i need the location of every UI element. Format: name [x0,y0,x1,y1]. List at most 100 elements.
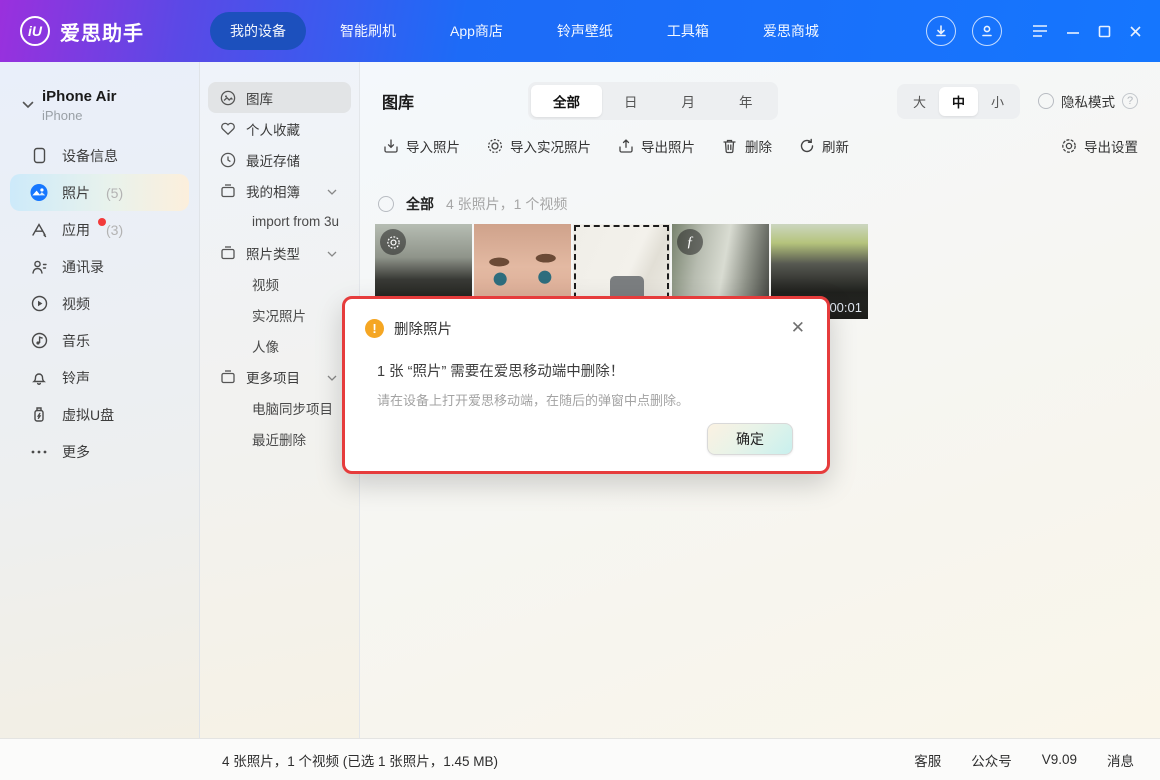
window-controls [1032,25,1142,38]
clock-icon [220,152,236,168]
sidebar-item-label: 虚拟U盘 [62,405,114,425]
album-item-live-photos[interactable]: 实况照片 [208,299,351,330]
notification-dot [98,218,106,226]
device-selector[interactable]: iPhone Air iPhone [0,84,199,137]
confirm-button[interactable]: 确定 [707,423,793,455]
device-name: iPhone Air [42,88,116,105]
sidebar-item-label: 设备信息 [62,146,118,166]
sidebar-item-label: 视频 [62,294,90,314]
nav-tab-my-device[interactable]: 我的设备 [210,12,306,50]
view-tab-all[interactable]: 全部 [531,85,602,117]
album-item-label: 图库 [246,88,273,108]
nav-tab-ringtone-wallpaper[interactable]: 铃声壁纸 [537,12,633,50]
refresh-button[interactable]: 刷新 [798,136,849,156]
main-header: 图库 全部 日 月 年 大 中 小 隐私模式 ? [360,62,1160,128]
app-header: iU 爱思助手 我的设备 智能刷机 App商店 铃声壁纸 工具箱 爱思商城 [0,0,1160,62]
import-photos-button[interactable]: 导入照片 [382,136,460,156]
toolbar-button-label: 导入实况照片 [510,136,591,156]
delete-button[interactable]: 删除 [721,136,772,156]
sidebar-item-label: 应用 [62,220,90,240]
dialog-title: 删除照片 [394,318,452,339]
album-item-recently-deleted[interactable]: 最近删除 [208,423,351,454]
albums-sidebar: 图库 个人收藏 最近存储 我的相簿 import from 3u 照片类型 [200,62,360,738]
contacts-icon [30,258,48,276]
group-count: 4 张照片，1 个视频 [446,194,567,214]
export-icon [617,138,634,155]
chevron-down-icon[interactable] [327,183,337,198]
download-icon[interactable] [926,16,956,46]
album-item-label: 个人收藏 [246,119,300,139]
size-tab-medium[interactable]: 中 [939,87,978,116]
album-item-photo-types[interactable]: 照片类型 [208,237,351,268]
gallery-icon [220,90,236,106]
select-all-checkbox[interactable] [378,196,394,212]
support-link[interactable]: 客服 [914,750,941,770]
import-live-photos-button[interactable]: 导入实况照片 [486,136,591,156]
selection-summary: 4 张照片，1 个视频 (已选 1 张照片，1.45 MB) [0,750,498,770]
privacy-mode-toggle[interactable] [1038,93,1054,109]
sidebar-item-contacts[interactable]: 通讯录 [10,248,189,285]
sidebar-item-virtual-usb[interactable]: 虚拟U盘 [10,396,189,433]
sidebar-item-photos[interactable]: 照片 (5) [10,174,189,211]
sidebar-item-apps[interactable]: 应用 (3) [10,211,189,248]
user-icon[interactable] [972,16,1002,46]
sidebar-item-more[interactable]: 更多 [10,433,189,470]
album-item-label: 最近删除 [252,429,306,449]
size-tab-small[interactable]: 小 [978,87,1017,116]
view-tab-day[interactable]: 日 [602,85,660,117]
dialog-header: ! 删除照片 ✕ [345,299,827,340]
nav-tab-flash[interactable]: 智能刷机 [320,12,416,50]
live-photo-badge-icon [380,229,406,255]
album-item-recent[interactable]: 最近存储 [208,144,351,175]
export-settings-button[interactable]: 导出设置 [1060,136,1138,156]
view-tab-year[interactable]: 年 [717,85,775,117]
nav-tab-mall[interactable]: 爱思商城 [743,12,839,50]
album-item-my-albums[interactable]: 我的相簿 [208,175,351,206]
messages-link[interactable]: 消息 [1107,750,1134,770]
view-tab-month[interactable]: 月 [660,85,718,117]
view-right-controls: 大 中 小 隐私模式 ? [897,84,1138,119]
dialog-submessage: 请在设备上打开爱思移动端，在随后的弹窗中点删除。 [345,381,827,409]
toolbar-button-label: 导出照片 [641,136,695,156]
size-tab-large[interactable]: 大 [900,87,939,116]
chevron-down-icon[interactable] [327,369,337,384]
album-item-pc-synced[interactable]: 电脑同步项目 [208,392,351,423]
help-icon[interactable]: ? [1122,93,1138,109]
page-title: 图库 [382,89,528,113]
sidebar-item-label: 照片 [62,183,90,203]
album-item-label: 电脑同步项目 [252,398,333,418]
logo-icon: iU [20,16,50,46]
f-badge-icon: ƒ [677,229,703,255]
bell-icon [30,369,48,387]
sidebar-item-count: (5) [106,185,123,201]
nav-tab-app-store[interactable]: App商店 [430,12,523,50]
menu-icon[interactable] [1032,25,1048,37]
album-item-more-items[interactable]: 更多项目 [208,361,351,392]
nav-tab-toolbox[interactable]: 工具箱 [647,12,729,50]
refresh-icon [798,138,815,155]
album-item-label: 更多项目 [246,367,300,387]
close-window-icon[interactable] [1129,25,1142,38]
sidebar-item-ringtones[interactable]: 铃声 [10,359,189,396]
music-icon [30,332,48,350]
size-tabs: 大 中 小 [897,84,1020,119]
sidebar-item-music[interactable]: 音乐 [10,322,189,359]
dialog-close-icon[interactable]: ✕ [787,316,809,340]
sidebar-item-videos[interactable]: 视频 [10,285,189,322]
album-item-videos[interactable]: 视频 [208,268,351,299]
album-item-import-from-3u[interactable]: import from 3u [208,206,351,237]
sidebar-item-label: 更多 [62,442,90,462]
chevron-down-icon [22,96,34,114]
chevron-down-icon[interactable] [327,245,337,260]
export-photos-button[interactable]: 导出照片 [617,136,695,156]
album-item-label: 照片类型 [246,243,300,263]
album-box-icon [220,369,236,385]
album-item-portraits[interactable]: 人像 [208,330,351,361]
sidebar-item-device-info[interactable]: 设备信息 [10,137,189,174]
album-item-gallery[interactable]: 图库 [208,82,351,113]
album-item-favorites[interactable]: 个人收藏 [208,113,351,144]
dialog-message: 1 张 “照片” 需要在爱思移动端中删除！ [345,340,827,381]
minimize-icon[interactable] [1066,25,1080,37]
official-account-link[interactable]: 公众号 [971,750,1012,770]
maximize-icon[interactable] [1098,25,1111,38]
